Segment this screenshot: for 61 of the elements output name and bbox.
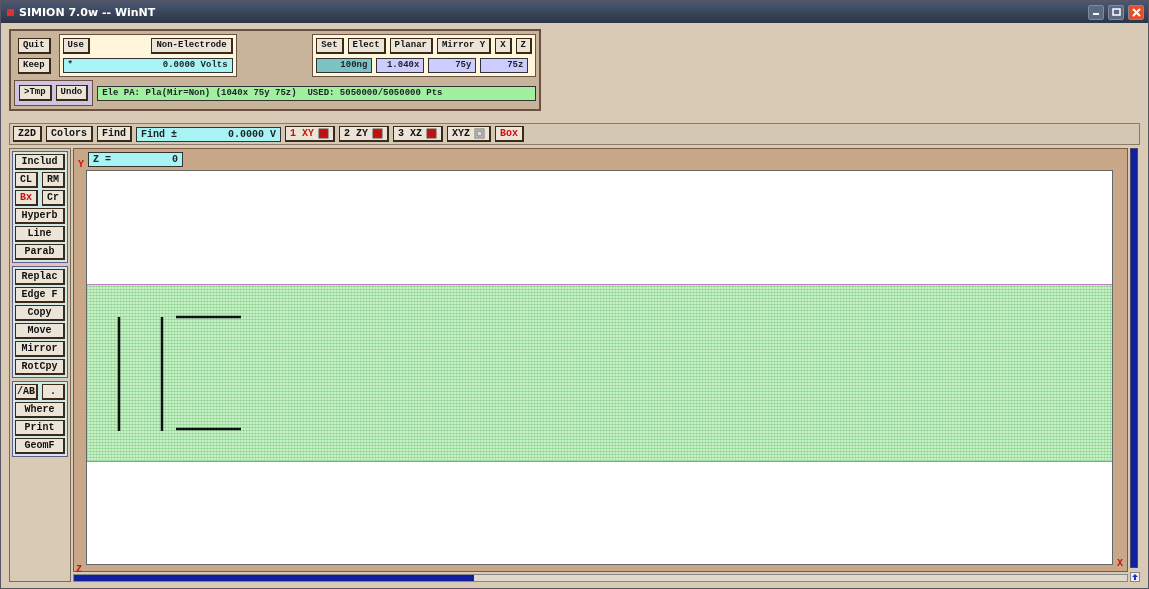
minimize-button[interactable] <box>1088 4 1104 20</box>
tool-button[interactable]: RM <box>42 172 65 188</box>
view-button[interactable]: XYZ <box>447 126 492 142</box>
potential-field[interactable]: * 0.0000 Volts <box>62 58 233 73</box>
maximize-button[interactable] <box>1108 4 1124 20</box>
app-icon <box>5 7 15 17</box>
toggle-button[interactable]: Box <box>495 126 525 142</box>
tool-button[interactable]: Mirror <box>15 341 65 357</box>
square-icon <box>426 128 438 139</box>
tool-button[interactable]: . <box>42 384 65 400</box>
dimension-field[interactable]: 100ng <box>316 58 373 73</box>
array-option-button[interactable]: Set <box>316 38 344 54</box>
tool-button[interactable]: Move <box>15 323 65 339</box>
tool-button[interactable]: Parab <box>15 244 65 260</box>
quit-button[interactable]: Quit <box>18 37 51 54</box>
view-button[interactable]: 3 XZ <box>393 126 444 142</box>
view-button[interactable]: 1 XY <box>285 126 336 142</box>
window-title: SIMION 7.0w -- WinNT <box>19 5 156 19</box>
tool-button[interactable]: Edge F <box>15 287 65 303</box>
dimension-field[interactable]: 1.040x <box>376 58 425 73</box>
tool-button[interactable]: Includ <box>15 154 65 170</box>
axis-label: Y <box>78 160 84 170</box>
tool-button[interactable]: RotCpy <box>15 359 65 375</box>
array-option-button[interactable]: Mirror Y <box>436 38 492 54</box>
tool-button[interactable]: Replac <box>15 269 65 285</box>
tool-button[interactable]: Where <box>15 402 65 418</box>
toolbar-button[interactable]: Z2D <box>13 126 42 142</box>
slice-field[interactable]: Z = 0 <box>88 152 183 167</box>
tool-button[interactable]: Copy <box>15 305 65 321</box>
square-icon <box>318 128 330 139</box>
tool-button[interactable]: Bx <box>15 190 38 206</box>
find-field[interactable]: Find ± 0.0000 V <box>136 126 282 142</box>
dimension-field[interactable]: 75y <box>428 58 477 73</box>
tool-button[interactable]: Line <box>15 226 65 242</box>
view-button[interactable]: 2 ZY <box>339 126 390 142</box>
tool-button[interactable]: CL <box>15 172 38 188</box>
keep-button[interactable]: Keep <box>18 57 51 74</box>
toolbar-button[interactable]: Colors <box>46 126 94 142</box>
square-icon <box>372 128 384 139</box>
axis-label: Z <box>76 565 82 575</box>
cube-icon <box>474 128 486 139</box>
tool-button[interactable]: /AB <box>15 384 38 400</box>
maximize-icon <box>1111 8 1121 16</box>
tool-button[interactable]: Hyperb <box>15 208 65 224</box>
axis-label: X <box>1117 559 1123 569</box>
tool-button[interactable]: Cr <box>42 190 65 206</box>
scroll-arrow-icon[interactable] <box>1130 572 1140 582</box>
array-option-button[interactable]: X <box>495 38 512 54</box>
array-option-button[interactable]: Elect <box>347 38 386 54</box>
temp-button[interactable]: >Tmp <box>19 85 52 101</box>
array-option-button[interactable]: Planar <box>389 38 433 54</box>
electrode-type-button[interactable]: Non-Electrode <box>151 38 233 54</box>
undo-button[interactable]: Undo <box>55 85 89 101</box>
dimension-field[interactable]: 75z <box>480 58 529 73</box>
toolbar-button[interactable]: Find <box>97 126 133 142</box>
tool-button[interactable]: GeomF <box>15 438 65 454</box>
array-option-button[interactable]: Z <box>515 38 532 54</box>
tool-button[interactable]: Print <box>15 420 65 436</box>
use-button[interactable]: Use <box>62 38 90 54</box>
close-icon <box>1131 7 1141 17</box>
close-button[interactable] <box>1128 4 1144 20</box>
